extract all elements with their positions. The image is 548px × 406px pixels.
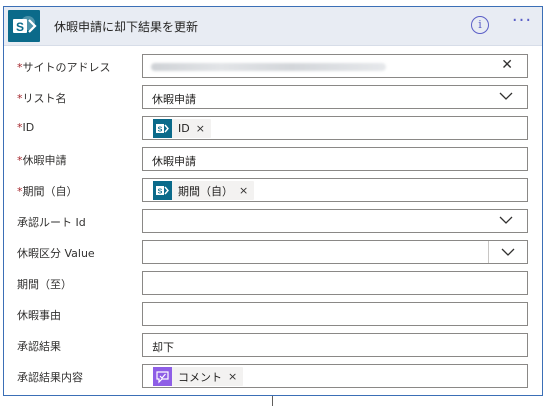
close-icon[interactable]: ✕ xyxy=(501,57,513,73)
flow-connector xyxy=(272,396,273,406)
list-name-dropdown[interactable]: 休暇申請 xyxy=(142,85,528,109)
period-from-label: *期間（自） xyxy=(17,185,78,198)
list-name-label: *リスト名 xyxy=(17,92,67,105)
info-button[interactable]: i xyxy=(471,16,489,34)
card-title: 休暇申請に却下結果を更新 xyxy=(54,20,199,34)
approval-result-label: 承認結果 xyxy=(17,340,61,353)
leave-type-label: 休暇区分 Value xyxy=(17,247,95,260)
period-from-token[interactable]: S 期間（自） × xyxy=(153,181,255,200)
leave-request-field[interactable]: 休暇申請 xyxy=(142,147,528,171)
period-to-label: 期間（至） xyxy=(17,278,72,291)
remove-token-icon[interactable]: × xyxy=(226,370,243,383)
site-address-field[interactable]: ✕ xyxy=(142,54,528,78)
token-label: 期間（自） xyxy=(178,184,233,198)
leave-request-value: 休暇申請 xyxy=(152,155,196,168)
svg-text:S: S xyxy=(158,189,163,196)
period-from-field[interactable]: S 期間（自） × xyxy=(142,178,528,202)
leave-reason-field[interactable] xyxy=(142,302,528,326)
sharepoint-icon: S xyxy=(8,10,40,42)
chevron-down-icon[interactable] xyxy=(499,91,513,101)
remove-token-icon[interactable]: × xyxy=(237,184,254,197)
approval-result-field[interactable]: 却下 xyxy=(142,333,528,357)
dropdown-toggle[interactable] xyxy=(488,241,527,263)
approval-result-value: 却下 xyxy=(152,341,174,354)
sharepoint-icon: S xyxy=(153,119,172,138)
leave-reason-label: 休暇事由 xyxy=(17,309,61,322)
leave-request-label: *休暇申請 xyxy=(17,154,67,167)
leave-type-dropdown[interactable] xyxy=(142,240,528,264)
approval-route-id-label: 承認ルート Id xyxy=(17,216,86,229)
period-to-field[interactable] xyxy=(142,271,528,295)
id-label: *ID xyxy=(17,121,35,134)
id-field[interactable]: S ID × xyxy=(142,116,528,140)
comment-token[interactable]: コメント × xyxy=(153,367,244,386)
sharepoint-icon: S xyxy=(153,181,172,200)
approval-comment-label: 承認結果内容 xyxy=(17,371,83,384)
more-options-button[interactable]: ··· xyxy=(510,12,534,34)
approval-comment-field[interactable]: コメント × xyxy=(142,364,528,388)
site-address-value xyxy=(151,63,386,71)
chevron-down-icon[interactable] xyxy=(499,215,513,225)
site-address-label: *サイトのアドレス xyxy=(17,61,111,74)
token-label: ID xyxy=(178,122,190,135)
card-header[interactable]: S 休暇申請に却下結果を更新 i ··· xyxy=(4,7,542,46)
approval-route-id-dropdown[interactable] xyxy=(142,209,528,233)
svg-text:S: S xyxy=(16,20,24,34)
action-card: S 休暇申請に却下結果を更新 i ··· *サイトのアドレス ✕ *リスト名 休… xyxy=(3,6,543,396)
svg-text:S: S xyxy=(158,127,163,134)
list-name-value: 休暇申請 xyxy=(152,93,196,106)
remove-token-icon[interactable]: × xyxy=(194,122,211,135)
id-token[interactable]: S ID × xyxy=(153,119,211,138)
approval-icon xyxy=(153,367,172,386)
chevron-down-icon xyxy=(501,248,515,256)
token-label: コメント xyxy=(178,370,222,384)
